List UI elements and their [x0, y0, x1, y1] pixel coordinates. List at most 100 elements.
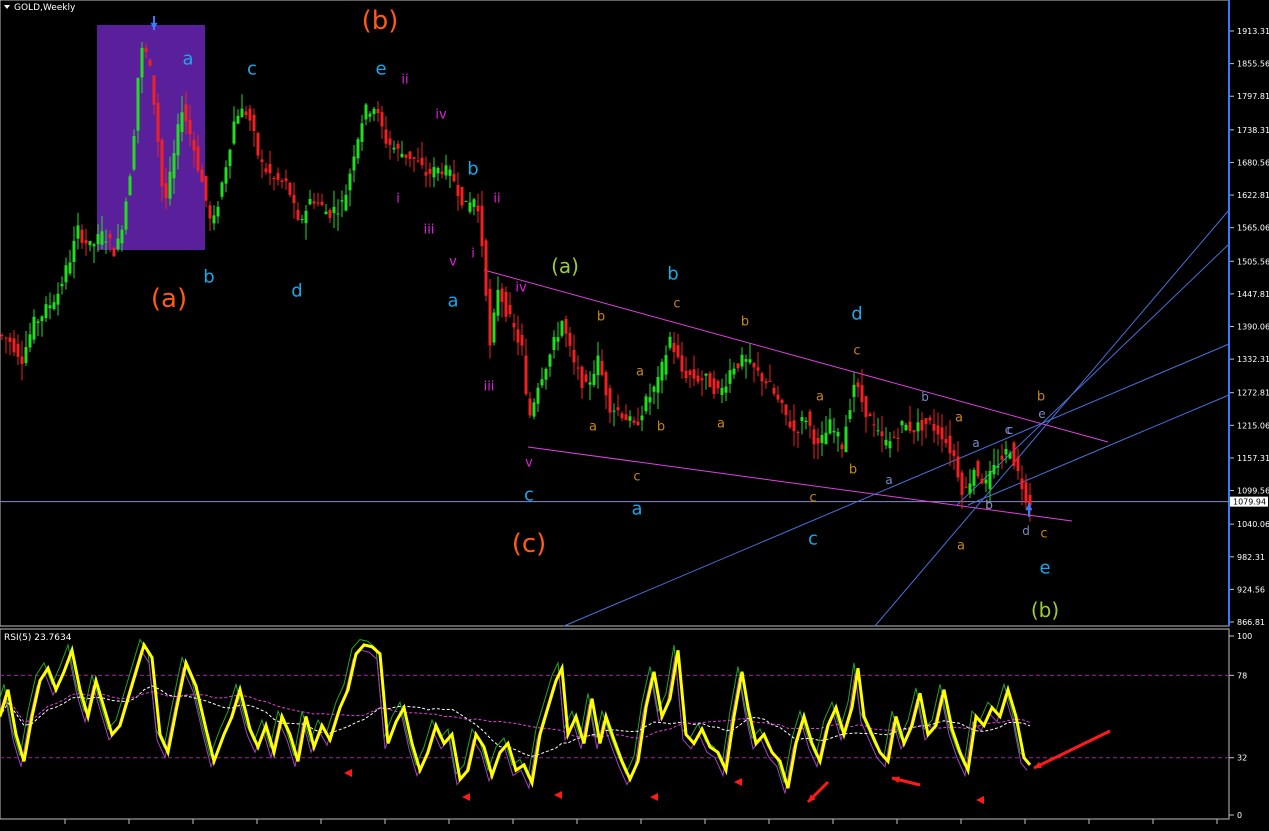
bull-candle — [472, 199, 476, 207]
bear-candle — [20, 356, 24, 364]
wave-label: b — [849, 463, 857, 478]
wave-label: a — [957, 539, 965, 554]
bull-candle — [72, 240, 76, 263]
bear-candle — [0, 335, 4, 337]
bull-candle — [120, 229, 124, 244]
bull-candle — [1008, 453, 1012, 459]
wave-label: c — [808, 528, 818, 549]
bear-candle — [980, 478, 984, 484]
wave-label: (b) — [1031, 598, 1059, 622]
wave-label: (c) — [512, 529, 547, 559]
bull-candle — [76, 225, 80, 239]
bull-candle — [32, 316, 36, 340]
chart-title: GOLD,Weekly — [14, 3, 76, 13]
bear-candle — [860, 385, 864, 403]
bear-candle — [412, 157, 416, 159]
bear-candle — [924, 418, 928, 424]
price-tick-label: 1272.81 — [1237, 389, 1269, 398]
wave-label: b — [741, 315, 749, 330]
bear-candle — [580, 366, 584, 389]
bear-candle — [672, 342, 676, 352]
bear-candle — [608, 388, 612, 413]
wave-label: a — [182, 48, 193, 69]
rsi-tick-label: 78 — [1237, 671, 1247, 680]
bear-candle — [1024, 482, 1028, 503]
wave-label: (b) — [362, 6, 399, 36]
bear-candle — [320, 201, 324, 205]
bull-candle — [468, 202, 472, 212]
bear-candle — [620, 413, 624, 419]
wave-label: a — [631, 498, 642, 519]
wave-label: d — [851, 303, 862, 324]
wave-label: i — [396, 192, 400, 207]
bear-candle — [396, 143, 400, 149]
wave-label: b — [203, 266, 214, 287]
bear-candle — [976, 461, 980, 477]
wave-label: ii — [401, 73, 408, 88]
bear-candle — [568, 332, 572, 346]
bull-candle — [432, 167, 436, 178]
bull-candle — [656, 376, 660, 393]
wave-label: b — [1037, 390, 1045, 405]
bull-candle — [172, 153, 176, 179]
bear-candle — [516, 329, 520, 343]
price-tick-label: 1332.31 — [1237, 355, 1269, 364]
bull-candle — [300, 219, 304, 221]
current-price-label: 1079.94 — [1233, 498, 1266, 507]
bear-candle — [148, 60, 152, 66]
bull-candle — [220, 182, 224, 197]
bear-candle — [636, 421, 640, 426]
bear-candle — [184, 104, 188, 122]
bear-candle — [488, 288, 492, 346]
bear-candle — [736, 363, 740, 369]
price-tick-label: 1622.81 — [1237, 191, 1269, 200]
bear-candle — [696, 375, 700, 382]
bull-candle — [732, 368, 736, 375]
bull-candle — [628, 416, 632, 421]
wave-label: iii — [484, 380, 495, 395]
wave-label: v — [525, 456, 533, 471]
bear-candle — [108, 234, 112, 239]
bear-candle — [1016, 456, 1020, 472]
bear-candle — [452, 174, 456, 182]
price-tick-label: 1738.31 — [1237, 126, 1269, 135]
bear-candle — [880, 431, 884, 437]
bear-candle — [692, 369, 696, 379]
bear-candle — [632, 420, 636, 423]
bull-candle — [652, 386, 656, 392]
wave-label: e — [1038, 407, 1045, 421]
bear-candle — [856, 382, 860, 388]
bear-candle — [584, 374, 588, 382]
wave-label: i — [471, 247, 475, 262]
bull-candle — [28, 334, 32, 348]
bull-candle — [900, 421, 904, 426]
bull-candle — [140, 47, 144, 78]
price-tick-label: 982.31 — [1237, 553, 1265, 562]
bull-candle — [492, 312, 496, 343]
bear-candle — [1000, 455, 1004, 460]
bull-candle — [496, 289, 500, 316]
bear-candle — [868, 413, 872, 417]
price-tick-label: 1390.06 — [1237, 323, 1269, 332]
bull-candle — [996, 465, 1000, 468]
wave-label: e — [1039, 557, 1050, 578]
bear-candle — [504, 291, 508, 317]
wave-label: c — [524, 484, 534, 505]
bear-candle — [928, 417, 932, 421]
bull-candle — [336, 213, 340, 215]
bull-candle — [232, 121, 236, 144]
wave-label: ii — [493, 192, 500, 207]
bear-candle — [16, 343, 20, 357]
bull-candle — [348, 173, 352, 191]
bear-candle — [512, 323, 516, 328]
bear-candle — [864, 396, 868, 417]
bear-candle — [604, 372, 608, 396]
price-tick-label: 1913.31 — [1237, 27, 1269, 36]
bear-candle — [256, 133, 260, 156]
bull-candle — [236, 115, 240, 124]
rsi-tick-label: 32 — [1237, 754, 1247, 763]
bull-candle — [992, 464, 996, 475]
bull-candle — [832, 430, 836, 433]
bear-candle — [404, 154, 408, 158]
bull-candle — [1004, 448, 1008, 455]
